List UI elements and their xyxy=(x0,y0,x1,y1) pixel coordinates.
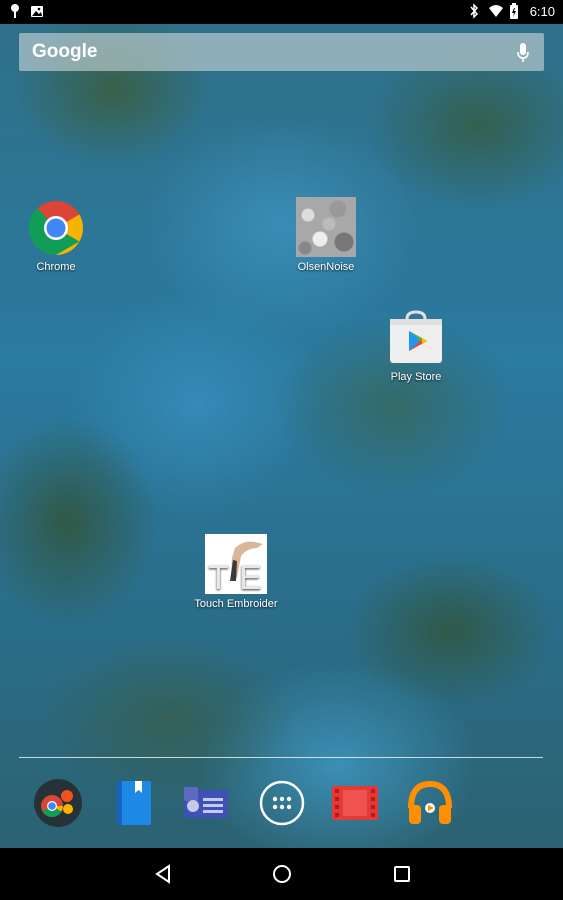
search-label: Google xyxy=(32,41,98,62)
navigation-bar xyxy=(0,848,563,900)
dock-google-folder[interactable] xyxy=(33,778,83,828)
dock-play-movies[interactable] xyxy=(330,778,380,828)
dock-divider xyxy=(19,757,543,758)
wifi-icon xyxy=(488,3,503,19)
app-touch-embroider[interactable]: T E Touch Embroider xyxy=(191,534,281,610)
status-bar: 6:10 xyxy=(0,0,563,24)
app-label-touch-embroider: Touch Embroider xyxy=(194,598,278,610)
svg-text:T: T xyxy=(208,559,229,594)
svg-text:E: E xyxy=(239,559,262,594)
pin-icon xyxy=(8,3,22,19)
play-newsstand-icon xyxy=(181,787,231,832)
battery-icon xyxy=(509,3,523,19)
google-apps-folder-icon xyxy=(33,779,83,832)
app-label-olsennoise: OlsenNoise xyxy=(297,261,355,273)
image-notification-icon xyxy=(30,3,44,19)
dock-play-books[interactable] xyxy=(109,778,159,828)
home-icon[interactable] xyxy=(270,862,294,886)
google-search-bar[interactable]: Google xyxy=(19,33,544,71)
app-label-chrome: Chrome xyxy=(36,261,76,273)
dock-play-newsstand[interactable] xyxy=(181,778,231,828)
play-music-icon xyxy=(405,780,455,832)
app-chrome[interactable]: Chrome xyxy=(11,199,101,273)
dock-all-apps[interactable] xyxy=(257,778,307,828)
bluetooth-icon xyxy=(467,3,481,19)
chrome-icon xyxy=(27,199,85,257)
mic-icon[interactable] xyxy=(516,42,530,64)
app-drawer-icon xyxy=(257,780,307,832)
play-movies-icon xyxy=(330,786,380,832)
back-icon[interactable] xyxy=(152,862,176,886)
touch-embroider-icon: T E xyxy=(205,534,267,597)
app-olsennoise[interactable]: OlsenNoise xyxy=(281,197,371,273)
dock-play-music[interactable] xyxy=(405,778,455,828)
play-books-icon xyxy=(109,781,159,832)
app-label-play-store: Play Store xyxy=(390,371,442,383)
app-play-store[interactable]: Play Store xyxy=(371,309,461,383)
recents-icon[interactable] xyxy=(390,862,414,886)
status-time: 6:10 xyxy=(529,3,555,19)
noise-texture-icon xyxy=(296,197,356,257)
wallpaper xyxy=(0,0,563,900)
play-store-icon xyxy=(387,309,445,367)
